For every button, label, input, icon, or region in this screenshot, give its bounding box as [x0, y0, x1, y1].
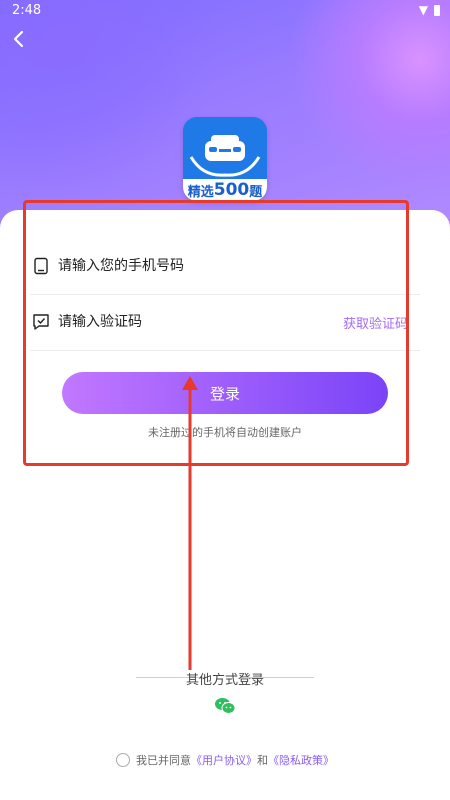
- other-login-title: 其他方式登录: [185, 673, 264, 688]
- code-row: 获取验证码: [30, 294, 420, 351]
- back-button[interactable]: [6, 26, 32, 52]
- logo-number: 500: [213, 180, 250, 200]
- phone-icon: [34, 257, 48, 275]
- status-bar: 2:48 ▼: [0, 0, 450, 24]
- user-agreement-link[interactable]: 《用户协议》: [191, 752, 257, 768]
- privacy-policy-link[interactable]: 《隐私政策》: [268, 752, 334, 768]
- logo-prefix: 精选: [187, 184, 214, 200]
- app-logo: 精选 500 题: [183, 117, 267, 201]
- wifi-icon: ▼: [418, 3, 428, 17]
- chevron-left-icon: [13, 30, 24, 48]
- status-time: 2:48: [12, 3, 42, 18]
- divider-right: [244, 677, 314, 678]
- battery-icon: [434, 4, 440, 16]
- agreement-conjunction: 和: [257, 754, 268, 767]
- get-code-button[interactable]: 获取验证码: [343, 313, 408, 332]
- phone-row: [30, 238, 420, 295]
- status-icons: ▼: [419, 3, 440, 17]
- auto-register-hint: 未注册过的手机将自动创建账户: [148, 426, 302, 439]
- login-button[interactable]: 登录: [62, 372, 388, 414]
- logo-text: 精选 500 题: [183, 179, 267, 201]
- agreement-row: 我已并同意 《用户协议》 和 《隐私政策》: [0, 752, 450, 768]
- agreement-checkbox[interactable]: [116, 753, 130, 767]
- code-input[interactable]: [56, 313, 343, 331]
- car-icon: [189, 135, 261, 177]
- wechat-icon[interactable]: [214, 697, 236, 715]
- agreement-prefix: 我已并同意: [136, 754, 191, 767]
- message-check-icon: [33, 314, 49, 330]
- phone-input[interactable]: [56, 257, 420, 275]
- logo-suffix: 题: [249, 184, 263, 200]
